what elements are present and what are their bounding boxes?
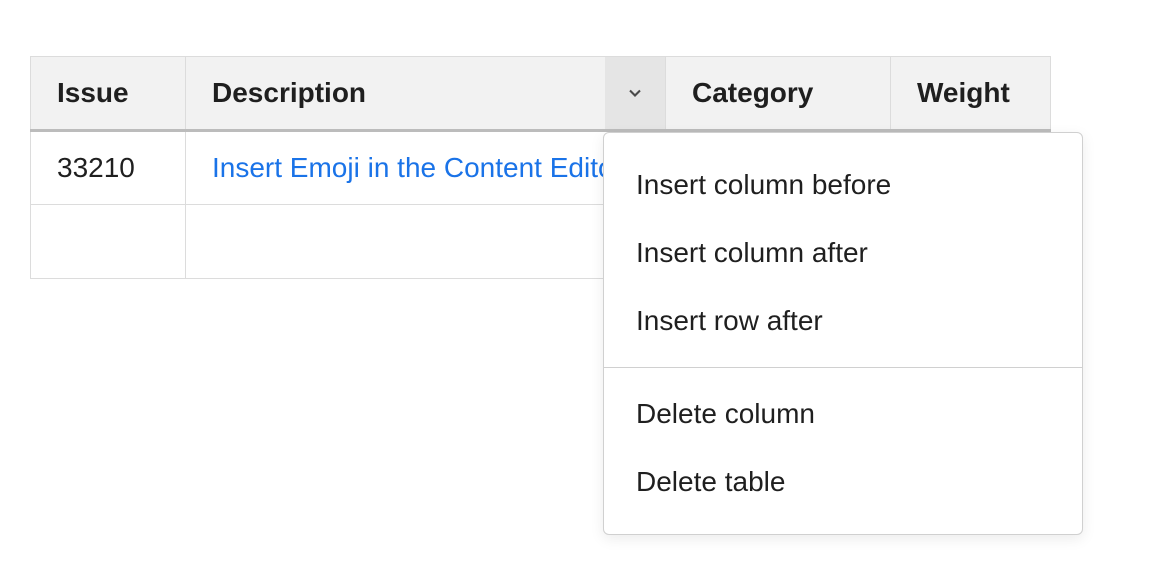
column-header-issue[interactable]: Issue (31, 57, 186, 131)
menu-item-delete-table[interactable]: Delete table (604, 448, 1082, 516)
cell-description[interactable]: Insert Emoji in the Content Editor (186, 131, 666, 205)
menu-item-insert-row-after[interactable]: Insert row after (604, 287, 1082, 355)
menu-item-label: Delete table (636, 466, 785, 497)
menu-item-delete-column[interactable]: Delete column (604, 380, 1082, 448)
column-header-weight-label: Weight (917, 77, 1010, 108)
cell-issue[interactable]: 33210 (31, 131, 186, 205)
column-header-weight[interactable]: Weight (891, 57, 1051, 131)
column-header-description-label: Description (212, 77, 366, 108)
menu-item-label: Insert column before (636, 169, 891, 200)
menu-item-insert-column-before[interactable]: Insert column before (604, 151, 1082, 219)
column-header-issue-label: Issue (57, 77, 129, 108)
cell-description[interactable] (186, 205, 666, 279)
column-context-menu: Insert column before Insert column after… (603, 132, 1083, 535)
menu-item-label: Insert row after (636, 305, 823, 336)
menu-divider (604, 367, 1082, 368)
column-header-category-label: Category (692, 77, 813, 108)
menu-item-label: Insert column after (636, 237, 868, 268)
issue-link[interactable]: Insert Emoji in the Content Editor (212, 152, 639, 184)
menu-item-label: Delete column (636, 398, 815, 429)
cell-issue[interactable] (31, 205, 186, 279)
chevron-down-icon (625, 83, 645, 103)
cell-issue-value: 33210 (57, 152, 135, 183)
column-menu-button[interactable] (605, 57, 665, 129)
column-header-category[interactable]: Category (666, 57, 891, 131)
column-header-description[interactable]: Description (186, 57, 666, 131)
menu-item-insert-column-after[interactable]: Insert column after (604, 219, 1082, 287)
table-header-row: Issue Description Category Weight (31, 57, 1051, 131)
